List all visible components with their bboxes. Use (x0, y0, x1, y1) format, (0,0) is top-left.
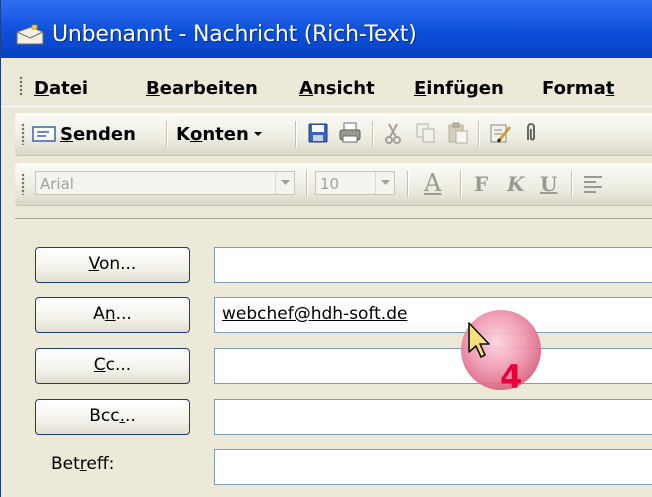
copy-icon[interactable] (414, 121, 438, 145)
title-bar[interactable]: Unbenannt - Nachricht (Rich-Text) (1, 0, 652, 58)
menu-datei[interactable]: Datei (34, 78, 88, 99)
standard-toolbar: Senden Ko nten (15, 113, 652, 156)
window-title: Unbenannt - Nachricht (Rich-Text) (52, 22, 417, 47)
chevron-down-icon (253, 132, 262, 136)
toolbar-separator (460, 171, 462, 197)
underline-button[interactable]: U (540, 172, 557, 196)
toolbar-grip-icon[interactable] (21, 123, 25, 145)
check-names-icon[interactable] (488, 121, 512, 145)
bcc-button[interactable]: Bcc... (35, 399, 190, 435)
toolbar-separator (478, 121, 480, 147)
toolbar-grip-icon[interactable] (21, 173, 25, 195)
to-button[interactable]: An... (35, 297, 190, 333)
step-marker: 4 (461, 310, 541, 396)
accounts-button[interactable]: Ko nten (176, 121, 263, 147)
save-icon[interactable] (306, 121, 330, 145)
toolbar-separator (295, 121, 297, 147)
print-icon[interactable] (338, 121, 362, 145)
align-left-icon[interactable] (582, 173, 604, 195)
font-name-select[interactable]: Arial (35, 171, 295, 195)
italic-button[interactable]: K (507, 172, 524, 196)
cc-field[interactable] (214, 348, 652, 384)
toolbar-separator (407, 171, 409, 197)
subject-field[interactable] (214, 449, 652, 485)
chevron-down-icon (275, 172, 294, 194)
font-size-value: 10 (320, 175, 340, 193)
new-mail-icon (16, 24, 44, 45)
to-field[interactable]: webchef@hdh-soft.de (214, 297, 652, 333)
subject-label: Betreff: (51, 454, 115, 474)
from-button[interactable]: Von... (35, 247, 190, 283)
envelope-icon (32, 126, 56, 142)
menu-einfuegen[interactable]: Einfügen (414, 78, 504, 99)
step-number: 4 (500, 358, 522, 396)
send-button[interactable]: Senden (60, 121, 136, 147)
to-address: webchef@hdh-soft.de (222, 304, 408, 324)
toolbar-separator (571, 171, 573, 197)
menu-bar: Datei Bearbeiten Ansicht Einfügen Format (1, 58, 652, 107)
bcc-field[interactable] (214, 399, 652, 435)
attach-icon[interactable] (519, 121, 543, 145)
message-window: Unbenannt - Nachricht (Rich-Text) Datei … (0, 0, 652, 497)
cut-icon[interactable] (381, 121, 405, 145)
font-size-select[interactable]: 10 (315, 171, 395, 195)
font-color-button[interactable]: A (424, 169, 441, 197)
menubar-grip-icon[interactable] (19, 76, 23, 96)
from-field[interactable] (214, 247, 652, 283)
message-header: Von... An... webchef@hdh-soft.de Cc... B… (15, 218, 652, 497)
menu-format[interactable]: Format (542, 78, 614, 99)
chevron-down-icon (375, 172, 394, 194)
menu-ansicht[interactable]: Ansicht (299, 78, 375, 99)
toolbar-separator (166, 121, 168, 147)
bold-button[interactable]: F (474, 172, 488, 196)
toolbar-separator (372, 121, 374, 147)
toolbar-separator (306, 171, 308, 197)
menu-bearbeiten[interactable]: Bearbeiten (146, 78, 258, 99)
cc-button[interactable]: Cc... (35, 348, 190, 384)
format-toolbar: Arial 10 A F K U (15, 163, 652, 206)
paste-icon[interactable] (446, 121, 470, 145)
font-name-value: Arial (40, 175, 74, 193)
